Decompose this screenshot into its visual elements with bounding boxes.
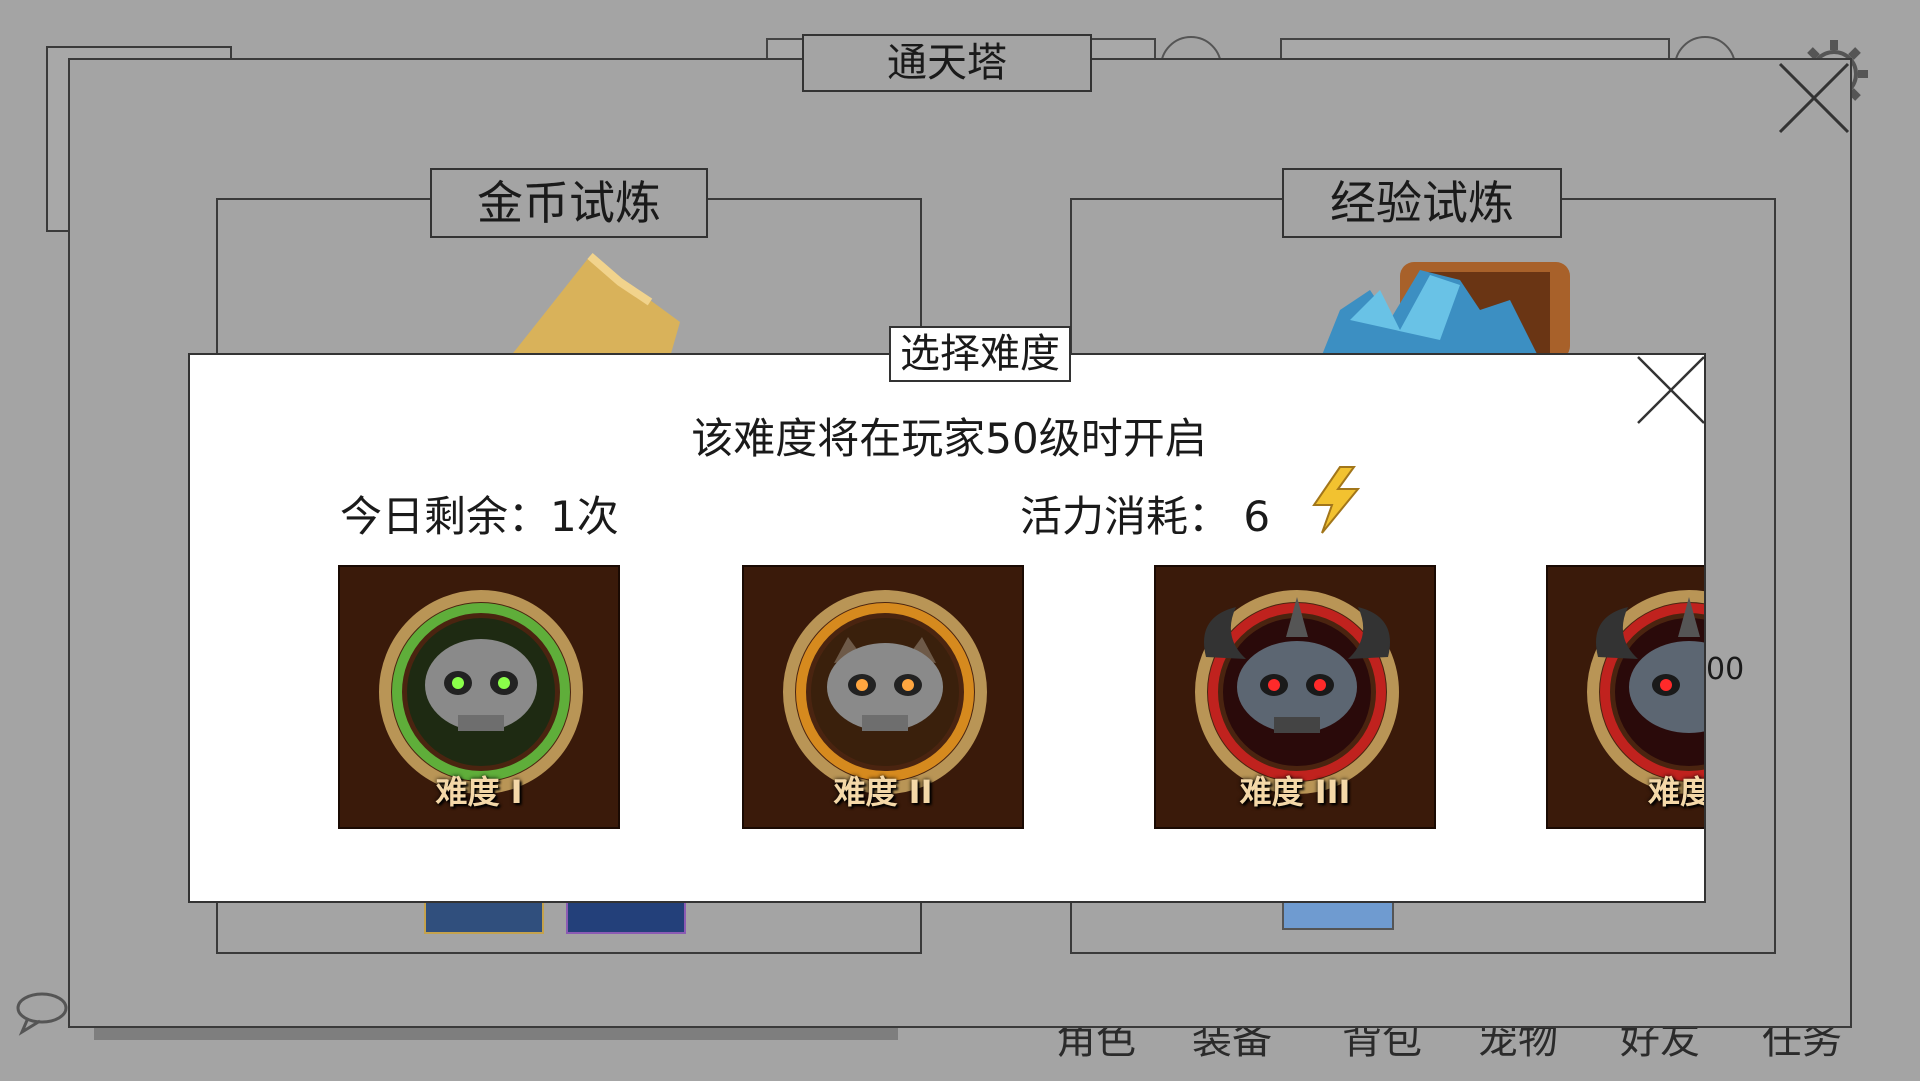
energy-cost: 活力消耗： 6: [1020, 483, 1270, 544]
reward-item-icon[interactable]: [566, 898, 686, 934]
difficulty-card-4[interactable]: 难度: [1546, 565, 1706, 829]
lightning-energy-icon: [1306, 465, 1366, 535]
close-icon[interactable]: [1776, 60, 1852, 136]
difficulty-card-3[interactable]: 难度 III: [1154, 565, 1436, 829]
dialog-title: 选择难度: [889, 326, 1071, 382]
reward-item-icon[interactable]: [424, 898, 544, 934]
difficulty-card-2[interactable]: 难度 II: [742, 565, 1024, 829]
remaining-value: 1次: [550, 492, 619, 541]
close-icon[interactable]: [1634, 355, 1704, 427]
remaining-label: 今日剩余：: [340, 492, 551, 541]
difficulty-label: 难度 I: [435, 773, 523, 811]
unlock-notice: 该难度将在玩家50级时开启: [691, 414, 1207, 463]
difficulty-label: 难度 III: [1239, 773, 1351, 811]
difficulty-label: 难度 II: [833, 773, 933, 811]
energy-value: 6: [1243, 492, 1271, 541]
exp-trial-title: 经验试炼: [1282, 168, 1562, 238]
remaining-attempts: 今日剩余：1次: [340, 483, 619, 544]
energy-label: 活力消耗：: [1020, 492, 1231, 541]
difficulty-label: 难度: [1648, 773, 1706, 811]
crystal-chest-icon: [1310, 250, 1580, 360]
gold-trial-title: 金币试炼: [430, 168, 708, 238]
difficulty-dialog: 该难度将在玩家50级时开启 今日剩余：1次 活力消耗： 6 难度 I 难度 II…: [188, 353, 1706, 903]
partial-value-text: 00: [1706, 652, 1745, 687]
window-title: 通天塔: [802, 34, 1092, 92]
gold-bar-icon: [500, 252, 680, 362]
difficulty-card-1[interactable]: 难度 I: [338, 565, 620, 829]
experience-bar: [94, 1028, 898, 1040]
